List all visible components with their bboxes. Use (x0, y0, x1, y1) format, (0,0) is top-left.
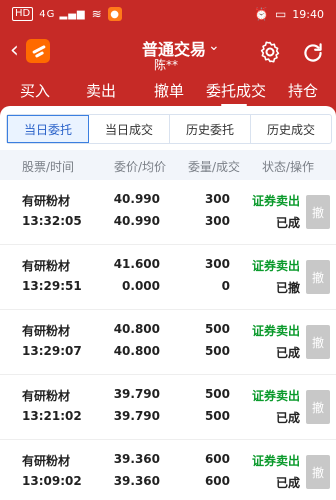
subtab-history-orders[interactable]: 历史委托 (170, 115, 251, 143)
avg-price: 0.000 (122, 279, 160, 293)
chevron-down-icon[interactable]: ⌄ (208, 38, 220, 54)
order-action: 证券卖出 (251, 454, 300, 468)
status-right: ⏰ ▭ 19:40 (254, 7, 324, 21)
avg-price: 40.990 (113, 214, 160, 228)
stock-name: 有研粉材 (22, 389, 71, 403)
order-price: 39.790 (113, 387, 160, 401)
filled-qty: 500 (204, 344, 230, 358)
tab-positions[interactable]: 持仓 (288, 80, 318, 101)
col-stock-time: 股票/时间 (22, 160, 75, 174)
order-time: 13:32:05 (22, 214, 82, 228)
order-status: 已成 (275, 476, 300, 490)
stock-name: 有研粉材 (22, 324, 71, 338)
status-left: HD 4G ▂▄▆ ≋ ● (12, 7, 122, 21)
wifi-icon: ≋ (91, 7, 102, 21)
cancel-order-button[interactable]: 撤 (306, 260, 330, 294)
stock-name: 有研粉材 (22, 454, 71, 468)
order-status: 已成 (275, 216, 300, 230)
table-header: 股票/时间 委价/均价 委量/成交 状态/操作 (0, 150, 336, 180)
filled-qty: 300 (204, 214, 230, 228)
subtab-today-fills[interactable]: 当日成交 (89, 115, 170, 143)
tab-buy[interactable]: 买入 (20, 80, 50, 101)
orders-list: 有研粉材 13:32:05 40.990 40.990 300 300 证券卖出… (0, 180, 336, 500)
order-status: 已撤 (275, 281, 300, 295)
order-qty: 600 (204, 452, 230, 466)
subtab-history-fills[interactable]: 历史成交 (251, 115, 331, 143)
cancel-order-button[interactable]: 撤 (306, 195, 330, 229)
order-price: 40.990 (113, 192, 160, 206)
col-status-action: 状态/操作 (262, 160, 315, 174)
order-status: 已成 (275, 411, 300, 425)
order-time: 13:29:51 (22, 279, 82, 293)
battery-icon: ▭ (274, 7, 287, 21)
tab-sell[interactable]: 卖出 (86, 80, 116, 101)
cancel-order-button[interactable]: 撤 (306, 455, 330, 489)
table-row[interactable]: 有研粉材 13:21:02 39.790 39.790 500 500 证券卖出… (0, 375, 336, 440)
order-time: 13:29:07 (22, 344, 82, 358)
cancel-order-button[interactable]: 撤 (306, 390, 330, 424)
col-qty-filled: 委量/成交 (188, 160, 241, 174)
order-action: 证券卖出 (251, 194, 300, 208)
order-qty: 300 (204, 192, 230, 206)
col-price-avg: 委价/均价 (114, 160, 167, 174)
order-status: 已成 (275, 346, 300, 360)
subtab-today-orders[interactable]: 当日委托 (7, 115, 89, 143)
status-bar: HD 4G ▂▄▆ ≋ ● ⏰ ▭ 19:40 (0, 0, 336, 30)
refresh-icon[interactable] (300, 40, 326, 66)
stock-name: 有研粉材 (22, 194, 71, 208)
order-action: 证券卖出 (251, 259, 300, 273)
filled-qty: 0 (221, 279, 230, 293)
main-tabs: 买入 卖出 撤单 委托成交 持仓 (0, 74, 336, 108)
top-header: ‹ 普通交易 ⌄ 陈** (0, 30, 336, 74)
filled-qty: 500 (204, 409, 230, 423)
avg-price: 39.790 (113, 409, 160, 423)
order-time: 13:21:02 (22, 409, 82, 423)
cancel-order-button[interactable]: 撤 (306, 325, 330, 359)
signal-indicator: 4G ▂▄▆ (39, 8, 86, 20)
avg-price: 39.360 (113, 474, 160, 488)
app-logo-icon (26, 39, 50, 63)
hd-badge: HD (12, 7, 34, 21)
avg-price: 40.800 (113, 344, 160, 358)
back-icon[interactable]: ‹ (10, 40, 19, 62)
order-action: 证券卖出 (251, 324, 300, 338)
table-row[interactable]: 有研粉材 13:09:02 39.360 39.360 600 600 证券卖出… (0, 440, 336, 500)
table-row[interactable]: 有研粉材 13:29:07 40.800 40.800 500 500 证券卖出… (0, 310, 336, 375)
table-row[interactable]: 有研粉材 13:29:51 41.600 0.000 300 0 证券卖出 已撤… (0, 245, 336, 310)
order-action: 证券卖出 (251, 389, 300, 403)
tab-cancel[interactable]: 撤单 (154, 80, 184, 101)
stock-name: 有研粉材 (22, 259, 71, 273)
subtabs: 当日委托 当日成交 历史委托 历史成交 (6, 114, 332, 144)
status-time: 19:40 (292, 7, 324, 21)
order-qty: 500 (204, 387, 230, 401)
table-row[interactable]: 有研粉材 13:32:05 40.990 40.990 300 300 证券卖出… (0, 180, 336, 245)
tab-orders-fills[interactable]: 委托成交 (206, 80, 266, 101)
order-price: 41.600 (113, 257, 160, 271)
app-root: HD 4G ▂▄▆ ≋ ● ⏰ ▭ 19:40 ‹ 普通交易 ⌄ 陈** 买入 … (0, 0, 336, 500)
order-qty: 500 (204, 322, 230, 336)
filled-qty: 600 (204, 474, 230, 488)
order-qty: 300 (204, 257, 230, 271)
gear-icon[interactable] (258, 40, 282, 64)
order-price: 40.800 (113, 322, 160, 336)
content-panel: 当日委托 当日成交 历史委托 历史成交 股票/时间 委价/均价 委量/成交 状态… (0, 106, 336, 500)
order-time: 13:09:02 (22, 474, 82, 488)
account-name: 陈** (154, 58, 179, 72)
order-price: 39.360 (113, 452, 160, 466)
alarm-icon: ⏰ (254, 7, 269, 21)
app-badge-icon: ● (107, 7, 122, 21)
